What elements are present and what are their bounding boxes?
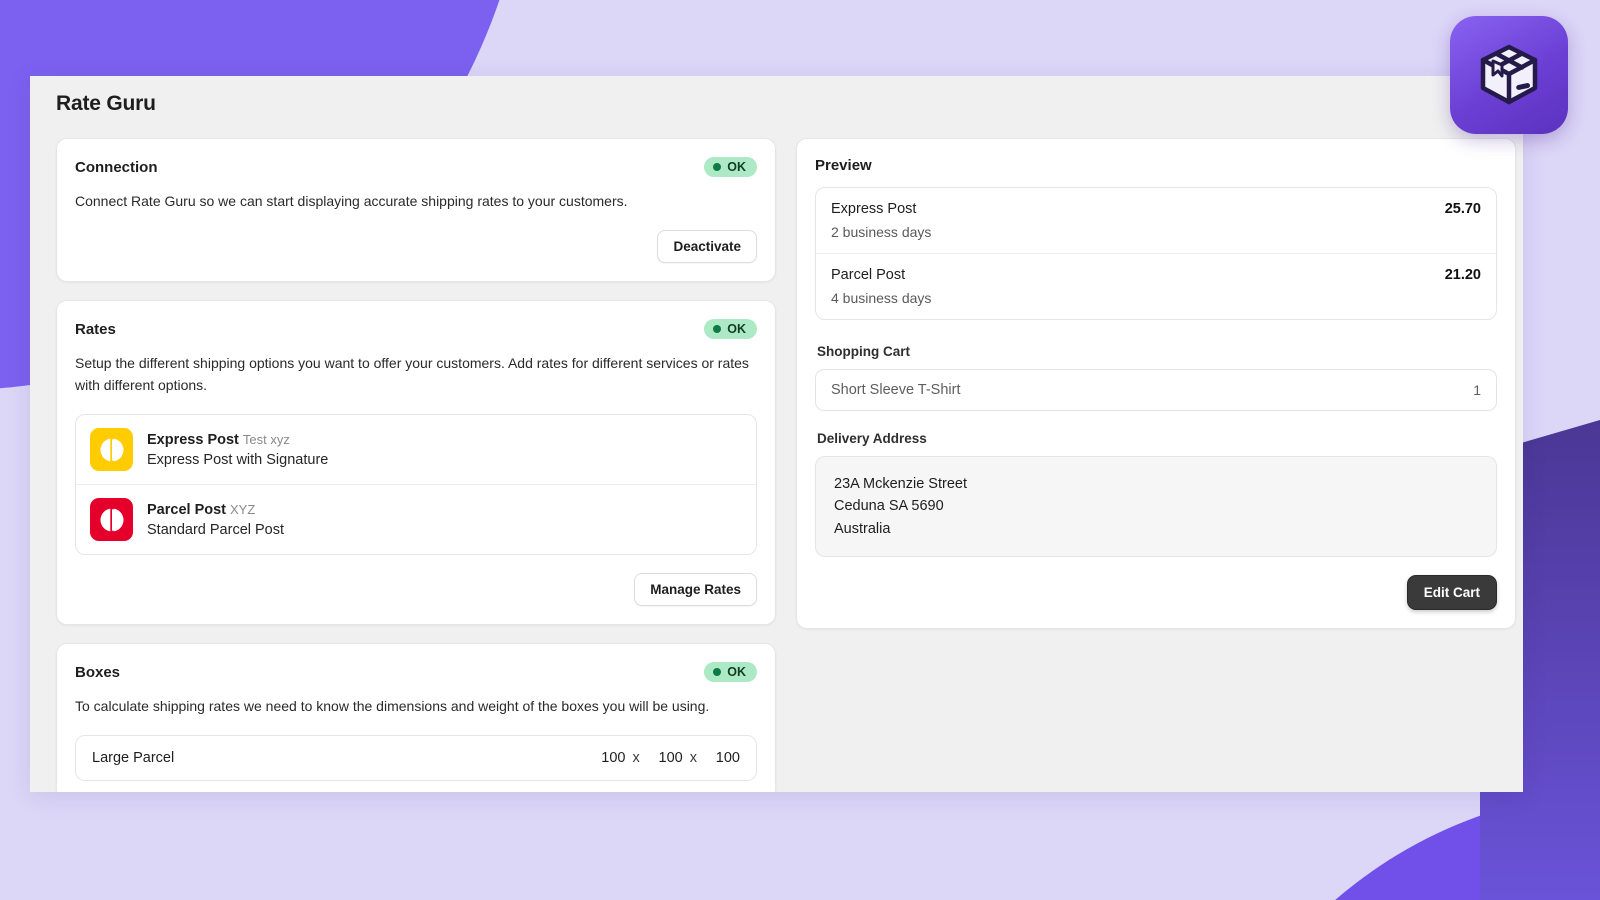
status-dot-icon (713, 163, 722, 171)
preview-card-header: Preview (815, 157, 1497, 174)
address-line: Australia (834, 520, 891, 537)
preview-row-top: Parcel Post 21.20 (831, 267, 1481, 283)
app-icon (1450, 16, 1568, 134)
content-columns: Connection OK Connect Rate Guru so we ca… (30, 116, 1523, 792)
list-item[interactable]: Parcel Post XYZ Standard Parcel Post (76, 484, 756, 554)
dimension-separator: x (689, 750, 697, 767)
rate-name: Express Post (147, 432, 239, 449)
rates-title: Rates (75, 320, 116, 338)
rates-status-text: OK (727, 322, 746, 337)
rate-subtitle: Express Post with Signature (147, 452, 329, 469)
dimension-separator: x (632, 750, 640, 767)
connection-card: Connection OK Connect Rate Guru so we ca… (56, 138, 776, 283)
rates-card: Rates OK Setup the different shipping op… (56, 300, 776, 626)
rates-description: Setup the different shipping options you… (75, 355, 749, 394)
boxes-description: To calculate shipping rates we need to k… (75, 698, 710, 715)
boxes-status-text: OK (727, 665, 746, 680)
delivery-address-label: Delivery Address (817, 431, 927, 446)
rates-actions: Manage Rates (75, 573, 757, 607)
preview-rates-box: Express Post 25.70 2 business days Parce… (815, 187, 1497, 320)
boxes-card: Boxes OK To calculate shipping rates we … (56, 643, 776, 792)
package-cube-icon (1480, 44, 1538, 105)
boxes-status-badge: OK (704, 662, 757, 683)
rate-name-row: Express Post Test xyz (147, 432, 290, 448)
connection-status-badge: OK (704, 157, 757, 177)
preview-title: Preview (815, 157, 872, 174)
australia-post-express-logo (90, 428, 133, 472)
australia-post-parcel-logo (90, 498, 133, 542)
preview-row: Express Post 25.70 2 business days (816, 188, 1496, 253)
address-line: 23A Mckenzie Street (834, 476, 967, 492)
rate-tag: Test xyz (242, 432, 290, 448)
status-dot-icon (713, 325, 722, 334)
page-title: Rate Guru (56, 92, 156, 115)
box-dimensions: 100 x 100 x 100 (592, 750, 740, 767)
status-dot-icon (713, 668, 722, 677)
preview-rate-price: 25.70 (1444, 201, 1481, 217)
preview-column: Preview Express Post 25.70 2 business da… (796, 138, 1516, 647)
app-window: Rate Guru Connection OK Connect Rate Gur… (30, 76, 1523, 792)
preview-rate-eta: 2 business days (831, 224, 932, 240)
rate-name: Parcel Post (147, 502, 226, 519)
shopping-cart-label: Shopping Cart (817, 344, 910, 359)
preview-row-top: Express Post 25.70 (831, 201, 1481, 217)
preview-rate-name: Express Post (831, 201, 917, 217)
preview-rate-price: 21.20 (1444, 267, 1481, 283)
preview-rate-eta: 4 business days (831, 290, 932, 306)
deactivate-button[interactable]: Deactivate (657, 230, 757, 264)
preview-card: Preview Express Post 25.70 2 business da… (796, 138, 1516, 630)
preview-rate-name: Parcel Post (831, 267, 906, 283)
edit-cart-button[interactable]: Edit Cart (1406, 575, 1497, 611)
box-list-item[interactable]: Large Parcel 100 x 100 x 100 (75, 735, 757, 782)
box-length: 100 (601, 750, 626, 767)
cart-item-name: Short Sleeve T-Shirt (831, 382, 961, 398)
connection-description: Connect Rate Guru so we can start displa… (75, 193, 628, 209)
rate-text-block: Parcel Post XYZ Standard Parcel Post (147, 501, 284, 538)
rate-name-row: Parcel Post XYZ (147, 502, 255, 518)
rates-list: Express Post Test xyz Express Post with S… (75, 414, 757, 556)
boxes-title: Boxes (75, 663, 121, 681)
address-line: Ceduna SA 5690 (834, 498, 944, 515)
connection-actions: Deactivate (75, 230, 757, 264)
cart-item-quantity: 1 (1473, 382, 1481, 398)
boxes-card-header: Boxes OK (75, 662, 757, 683)
list-item[interactable]: Express Post Test xyz Express Post with S… (76, 415, 756, 484)
preview-row: Parcel Post 21.20 4 business days (816, 253, 1496, 319)
rate-text-block: Express Post Test xyz Express Post with S… (147, 431, 328, 468)
settings-column: Connection OK Connect Rate Guru so we ca… (56, 138, 776, 792)
connection-title: Connection (75, 158, 158, 176)
rates-card-header: Rates OK (75, 319, 757, 340)
connection-status-text: OK (727, 160, 746, 174)
rate-subtitle: Standard Parcel Post (147, 522, 285, 539)
rate-tag: XYZ (230, 502, 256, 518)
connection-card-header: Connection OK (75, 157, 757, 177)
manage-rates-button[interactable]: Manage Rates (634, 573, 757, 607)
delivery-address-box: 23A Mckenzie Street Ceduna SA 5690 Austr… (815, 456, 1497, 558)
box-height: 100 (715, 750, 740, 767)
rates-status-badge: OK (704, 319, 757, 340)
preview-actions: Edit Cart (815, 575, 1497, 611)
box-name: Large Parcel (92, 750, 175, 767)
shopping-cart-field[interactable]: Short Sleeve T-Shirt 1 (815, 369, 1497, 411)
box-width: 100 (658, 750, 683, 767)
